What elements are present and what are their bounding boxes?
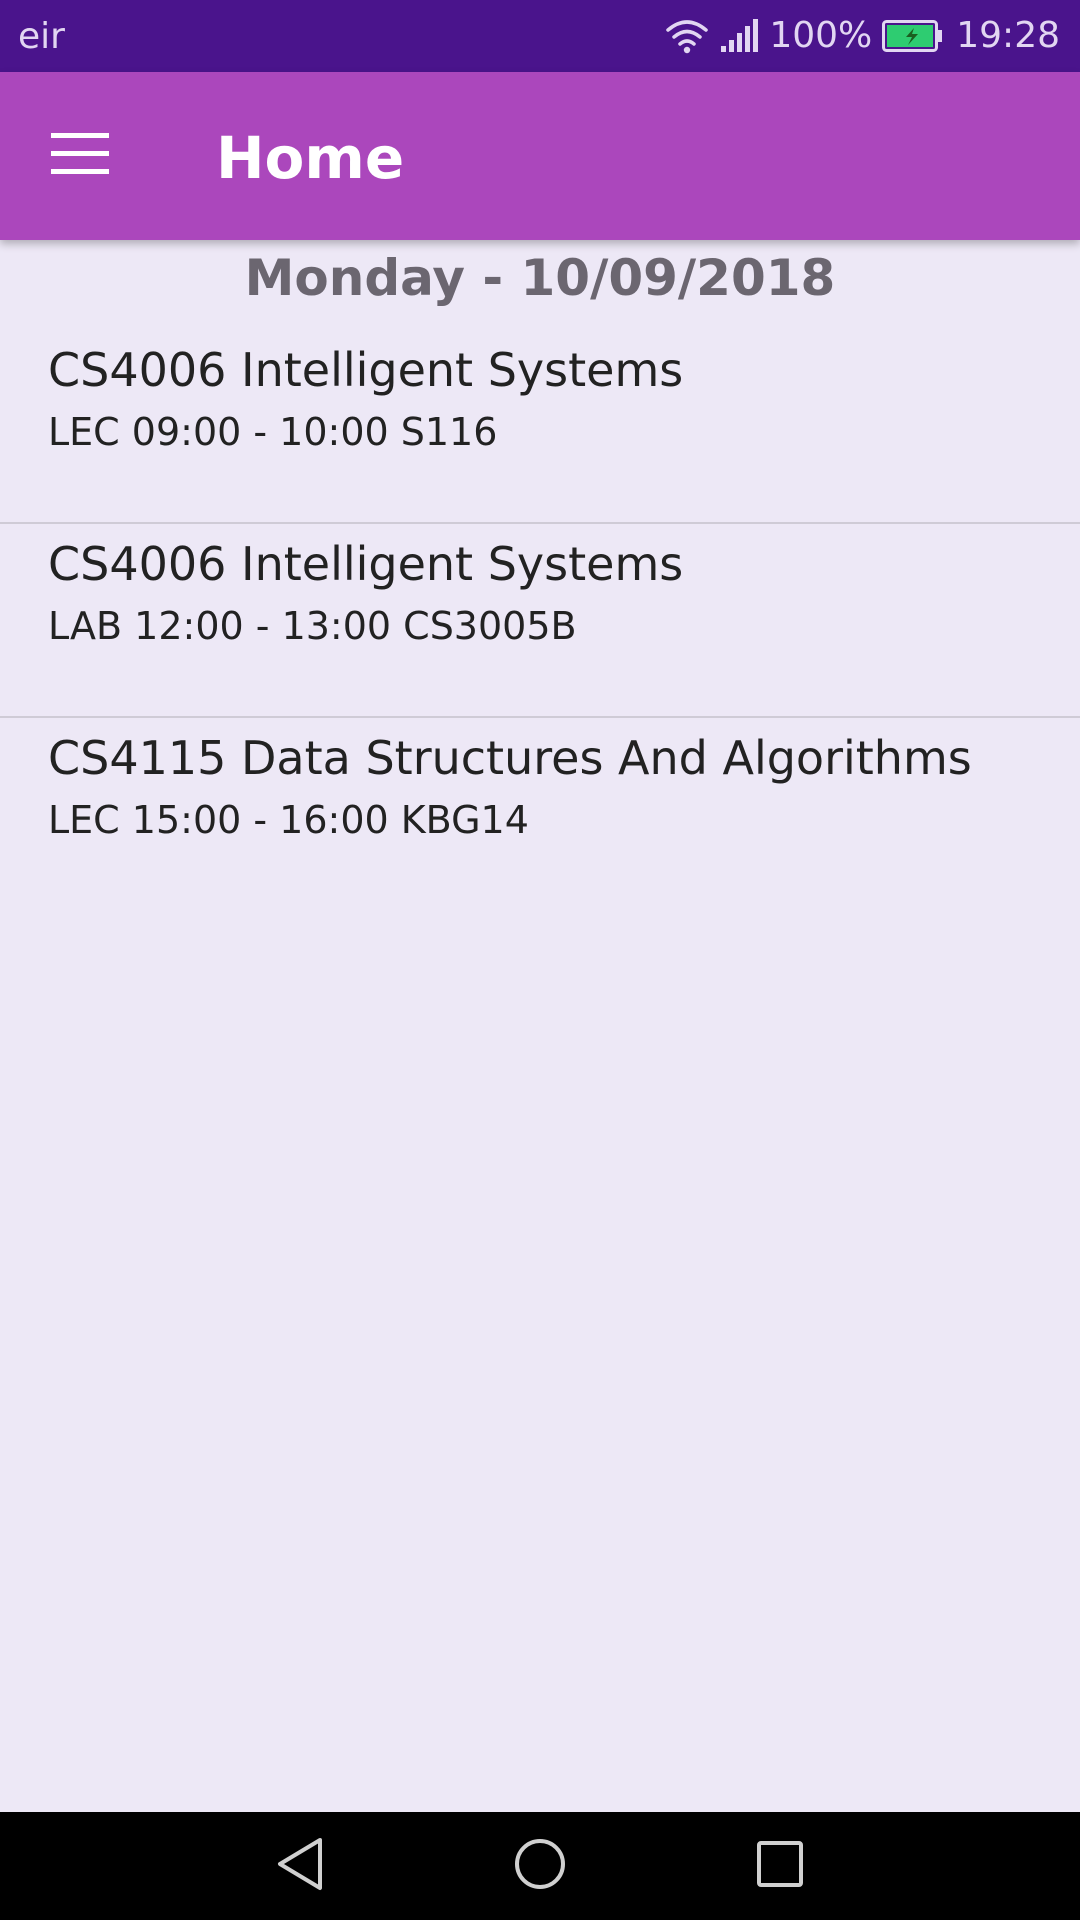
class-list: CS4006 Intelligent Systems LEC 09:00 - 1… <box>0 330 1080 912</box>
recents-button[interactable] <box>748 1834 812 1898</box>
back-button[interactable] <box>268 1834 332 1898</box>
navigation-bar <box>0 1812 1080 1920</box>
clock: 19:28 <box>956 15 1060 56</box>
class-details: LAB 12:00 - 13:00 CS3005B <box>48 604 577 648</box>
battery-charging-icon <box>882 20 944 52</box>
page-title: Home <box>216 124 405 192</box>
course-name: CS4006 Intelligent Systems <box>48 343 684 397</box>
signal-icon <box>719 18 759 54</box>
home-button[interactable] <box>508 1834 572 1898</box>
class-details: LEC 09:00 - 10:00 S116 <box>48 410 498 454</box>
list-item[interactable]: CS4115 Data Structures And Algorithms LE… <box>0 718 1080 912</box>
screen: eir 100% 19:28 Home Monday - 10/09/2018 … <box>0 0 1080 1920</box>
list-item[interactable]: CS4006 Intelligent Systems LEC 09:00 - 1… <box>0 330 1080 524</box>
carrier-name: eir <box>18 16 65 57</box>
date-header: Monday - 10/09/2018 <box>244 249 836 307</box>
status-bar: eir 100% 19:28 <box>0 0 1080 72</box>
app-bar: Home <box>0 72 1080 240</box>
course-name: CS4006 Intelligent Systems <box>48 537 684 591</box>
recents-icon <box>755 1839 805 1893</box>
class-details: LEC 15:00 - 16:00 KBG14 <box>48 798 529 842</box>
list-item[interactable]: CS4006 Intelligent Systems LAB 12:00 - 1… <box>0 524 1080 718</box>
battery-percent: 100% <box>769 15 873 56</box>
course-name: CS4115 Data Structures And Algorithms <box>48 731 972 785</box>
wifi-icon <box>665 18 709 54</box>
home-icon <box>512 1836 568 1896</box>
back-icon <box>274 1836 326 1896</box>
menu-button[interactable] <box>44 120 116 192</box>
hamburger-menu-icon <box>51 133 109 179</box>
status-icons: 100% 19:28 <box>655 14 1060 58</box>
